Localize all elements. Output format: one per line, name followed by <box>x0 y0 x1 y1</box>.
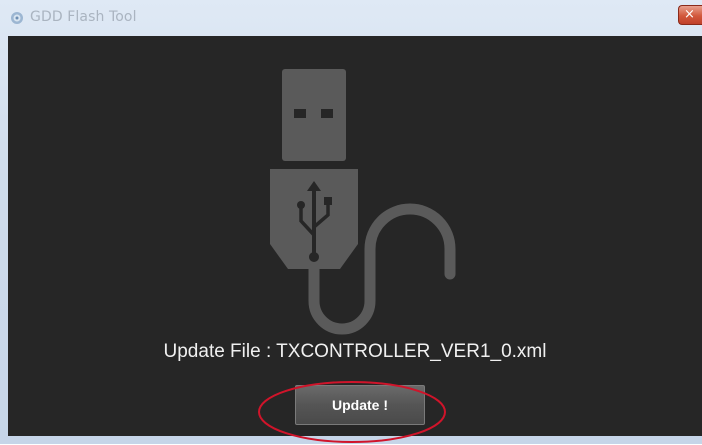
usb-cable-icon <box>270 69 456 335</box>
update-file-text: Update File : TXCONTROLLER_VER1_0.xml <box>8 341 702 363</box>
close-icon: × <box>684 7 695 22</box>
title-bar[interactable]: GDD Flash Tool × <box>0 0 702 36</box>
update-button[interactable]: Update ! <box>295 385 425 425</box>
close-button[interactable]: × <box>678 5 702 25</box>
app-icon <box>11 12 23 24</box>
window-title: GDD Flash Tool <box>30 9 137 25</box>
main-panel: Update File : TXCONTROLLER_VER1_0.xml Up… <box>8 36 702 436</box>
app-window: GDD Flash Tool × Update File: TXCONTROL… <box>0 0 702 444</box>
update-file-label: Update File : <box>163 341 277 362</box>
update-file-name: TXCONTROLLER_VER1_0.xml <box>276 341 547 362</box>
